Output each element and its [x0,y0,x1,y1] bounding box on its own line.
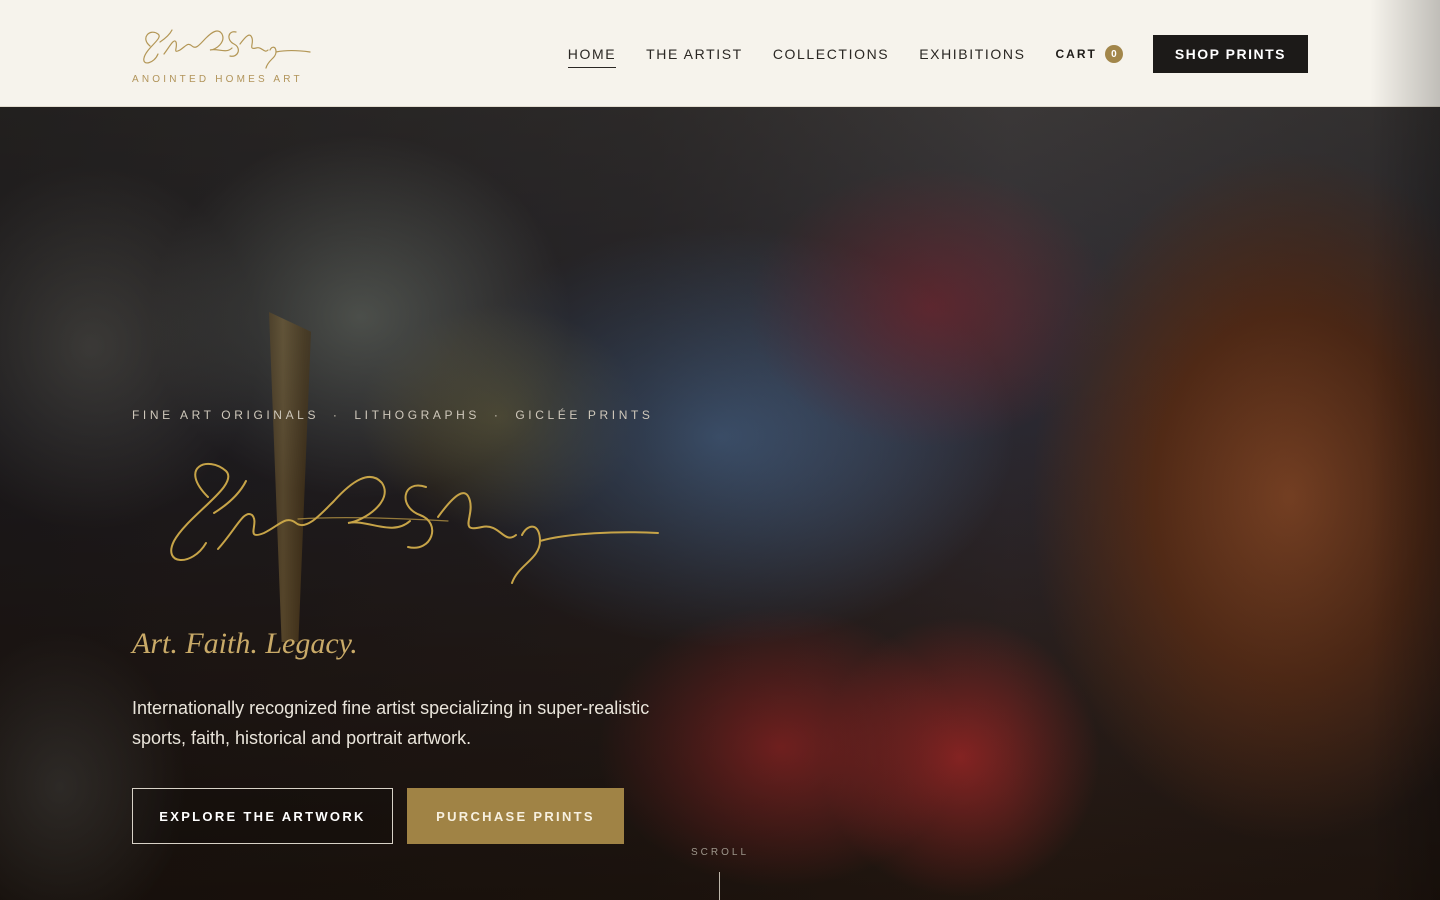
shop-prints-button[interactable]: SHOP PRINTS [1152,35,1308,73]
purchase-prints-button[interactable]: PURCHASE PRINTS [407,788,624,844]
nav-home[interactable]: HOME [567,40,617,68]
nav-exhibitions[interactable]: EXHIBITIONS [919,40,1025,68]
scroll-label[interactable]: SCROLL [691,847,749,858]
scroll-indicator-line [719,872,720,900]
hero-tagline: FINE ART ORIGINALS · LITHOGRAPHS · GICLÉ… [132,408,654,422]
hero-section: FINE ART ORIGINALS · LITHOGRAPHS · GICLÉ… [0,107,1440,900]
site-header: ANOINTED HOMES ART HOME THE ARTIST COLLE… [0,0,1440,107]
cart-link[interactable]: CART 0 [1056,45,1123,63]
hero-motto: Art. Faith. Legacy. [132,627,358,660]
logo-subtitle: ANOINTED HOMES ART [132,74,303,85]
main-nav: HOME THE ARTIST COLLECTIONS EXHIBITIONS … [567,35,1308,73]
nav-collections[interactable]: COLLECTIONS [773,40,889,68]
cart-label: CART [1055,47,1097,61]
nav-the-artist[interactable]: THE ARTIST [646,40,743,68]
explore-artwork-button[interactable]: EXPLORE THE ARTWORK [132,788,393,844]
site-logo[interactable]: ANOINTED HOMES ART [132,20,312,90]
signature-logo-icon [143,29,311,69]
hero-description: Internationally recognized fine artist s… [132,698,650,748]
cart-count-badge: 0 [1104,45,1123,63]
signature-icon [170,462,659,584]
